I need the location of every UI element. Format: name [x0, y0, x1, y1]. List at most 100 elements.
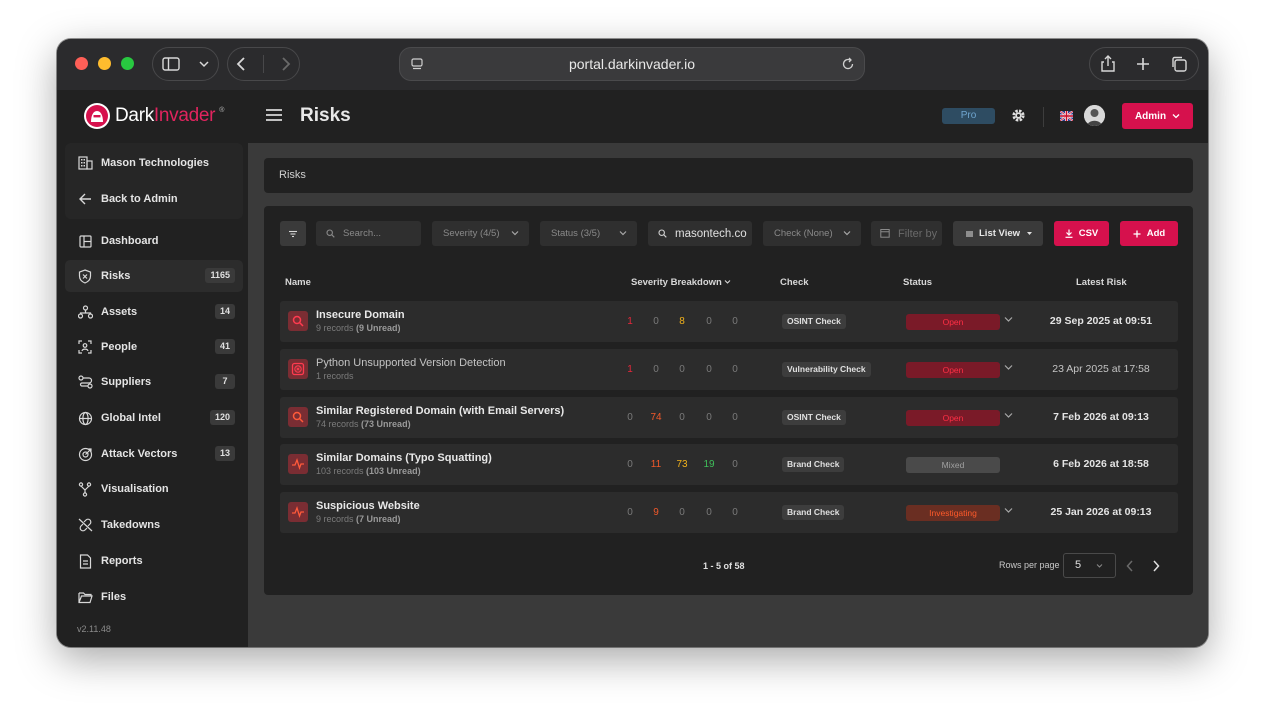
- chevron-down-icon[interactable]: [1004, 411, 1013, 419]
- domain-filter[interactable]: masontech.co: [648, 221, 752, 246]
- sidebar-item-label: Visualisation: [101, 483, 169, 495]
- filter-icon: [289, 230, 297, 237]
- column-header-status[interactable]: Status: [903, 277, 932, 288]
- network-icon: [77, 304, 93, 320]
- severity-info-count: 0: [732, 459, 738, 470]
- reload-icon[interactable]: [840, 56, 856, 72]
- sidebar-item-label: Global Intel: [101, 412, 161, 424]
- zoom-window-button[interactable]: [121, 57, 134, 70]
- search-input[interactable]: Search...: [316, 221, 421, 246]
- chevron-down-icon: [511, 231, 519, 236]
- status-dropdown[interactable]: Investigating: [906, 505, 1000, 521]
- back-arrow-icon[interactable]: [236, 56, 246, 72]
- shield-x-icon: [291, 362, 305, 376]
- severity-select-value: Severity (4/5): [443, 228, 500, 239]
- logo[interactable]: DarkInvader ®: [83, 102, 224, 130]
- minimize-window-button[interactable]: [98, 57, 111, 70]
- sidebar-item-suppliers[interactable]: Suppliers 7: [65, 366, 243, 398]
- chevron-down-icon[interactable]: [1004, 506, 1013, 514]
- share-icon[interactable]: [1100, 55, 1116, 73]
- sidebar-item-global-intel[interactable]: Global Intel 120: [65, 402, 243, 434]
- sidebar-item-count: 13: [214, 446, 235, 461]
- sidebar-item-files[interactable]: Files: [65, 581, 243, 613]
- next-page-icon[interactable]: [1152, 560, 1160, 572]
- status-dropdown[interactable]: Open: [906, 362, 1000, 378]
- tab-overview-icon[interactable]: [1170, 55, 1188, 73]
- table-row[interactable]: Insecure Domain 9 records (9 Unread) 1 0…: [280, 301, 1178, 342]
- severity-critical-count: 0: [627, 412, 633, 423]
- status-select[interactable]: Status (3/5): [540, 221, 637, 246]
- plus-icon: [1133, 230, 1141, 237]
- sidebar-item-dashboard[interactable]: Dashboard: [65, 225, 243, 257]
- check-select[interactable]: Check (None): [763, 221, 861, 246]
- csv-export-button[interactable]: CSV: [1054, 221, 1109, 246]
- severity-medium-count: 0: [679, 507, 685, 518]
- sidebar-item-assets[interactable]: Assets 14: [65, 296, 243, 328]
- table-row[interactable]: Similar Registered Domain (with Email Se…: [280, 397, 1178, 438]
- admin-menu-button[interactable]: Admin: [1122, 103, 1193, 129]
- sidebar-item-risks[interactable]: Risks 1165: [65, 260, 243, 292]
- route-icon: [77, 374, 93, 390]
- row-type-icon: [288, 311, 308, 331]
- menu-icon[interactable]: [265, 108, 283, 122]
- table-row[interactable]: Suspicious Website 9 records (7 Unread) …: [280, 492, 1178, 533]
- column-header-name[interactable]: Name: [285, 277, 311, 288]
- back-to-admin-link[interactable]: Back to Admin: [65, 183, 243, 215]
- org-switcher[interactable]: Mason Technologies: [65, 147, 243, 179]
- chevron-down-icon[interactable]: [1004, 363, 1013, 371]
- sidebar-icon: [162, 57, 180, 71]
- sidebar-toggle-button[interactable]: [152, 47, 219, 81]
- table-row[interactable]: Python Unsupported Version Detection 1 r…: [280, 349, 1178, 390]
- avatar[interactable]: [1084, 105, 1105, 126]
- row-type-icon: [288, 359, 308, 379]
- latest-risk-date: 6 Feb 2026 at 18:58: [1053, 458, 1149, 470]
- sidebar-item-people[interactable]: People 41: [65, 331, 243, 363]
- sidebar-item-label: Dashboard: [101, 235, 159, 247]
- severity-select[interactable]: Severity (4/5): [432, 221, 529, 246]
- sidebar-item-visualisation[interactable]: Visualisation: [65, 473, 243, 505]
- admin-label: Admin: [1134, 110, 1167, 122]
- broken-link-icon: [77, 517, 93, 533]
- column-header-latest-risk[interactable]: Latest Risk: [1076, 277, 1127, 288]
- check-badge: Brand Check: [782, 457, 845, 472]
- page-menu-icon[interactable]: [410, 57, 424, 71]
- gear-icon[interactable]: [1011, 108, 1026, 123]
- filter-toggle-button[interactable]: [280, 221, 306, 246]
- list-view-button[interactable]: List View: [953, 221, 1043, 246]
- page-title: Risks: [300, 105, 351, 126]
- latest-risk-date: 7 Feb 2026 at 09:13: [1053, 411, 1149, 423]
- status-dropdown[interactable]: Open: [906, 410, 1000, 426]
- table-row[interactable]: Similar Domains (Typo Squatting) 103 rec…: [280, 444, 1178, 485]
- address-bar[interactable]: portal.darkinvader.io: [399, 47, 865, 81]
- column-header-severity[interactable]: Severity Breakdown: [631, 277, 731, 288]
- risk-name: Similar Registered Domain (with Email Se…: [316, 405, 565, 417]
- chevron-down-icon: [1096, 564, 1103, 568]
- breadcrumb-item[interactable]: Risks: [279, 169, 306, 181]
- rows-per-page-select[interactable]: 5: [1063, 553, 1116, 578]
- check-badge: Brand Check: [782, 505, 845, 520]
- chevron-down-icon[interactable]: [1004, 315, 1013, 323]
- new-tab-icon[interactable]: [1135, 56, 1151, 72]
- app: DarkInvader ® Risks Pro Admin Mason Tech…: [57, 90, 1208, 647]
- severity-info-count: 0: [732, 364, 738, 375]
- severity-medium-count: 73: [676, 459, 688, 470]
- sidebar-item-attack-vectors[interactable]: Attack Vectors 13: [65, 438, 243, 470]
- sidebar-item-reports[interactable]: Reports: [65, 545, 243, 577]
- sidebar-item-label: Suppliers: [101, 376, 152, 388]
- magnifier-icon: [292, 315, 304, 327]
- date-filter-input[interactable]: Filter by: [871, 221, 942, 246]
- uk-flag-icon[interactable]: [1060, 111, 1073, 121]
- add-risk-button[interactable]: Add: [1120, 221, 1178, 246]
- status-dropdown[interactable]: Open: [906, 314, 1000, 330]
- sidebar-item-takedowns[interactable]: Takedowns: [65, 509, 243, 541]
- logo-icon: [84, 103, 110, 129]
- latest-risk-date: 25 Jan 2026 at 09:13: [1050, 506, 1152, 518]
- check-select-value: Check (None): [774, 228, 833, 239]
- chevron-down-icon: [619, 231, 627, 236]
- close-window-button[interactable]: [75, 57, 88, 70]
- column-header-check[interactable]: Check: [780, 277, 809, 288]
- previous-page-icon[interactable]: [1126, 560, 1134, 572]
- chevron-down-icon: [1172, 114, 1180, 119]
- row-type-icon: [288, 454, 308, 474]
- forward-arrow-icon[interactable]: [281, 56, 291, 72]
